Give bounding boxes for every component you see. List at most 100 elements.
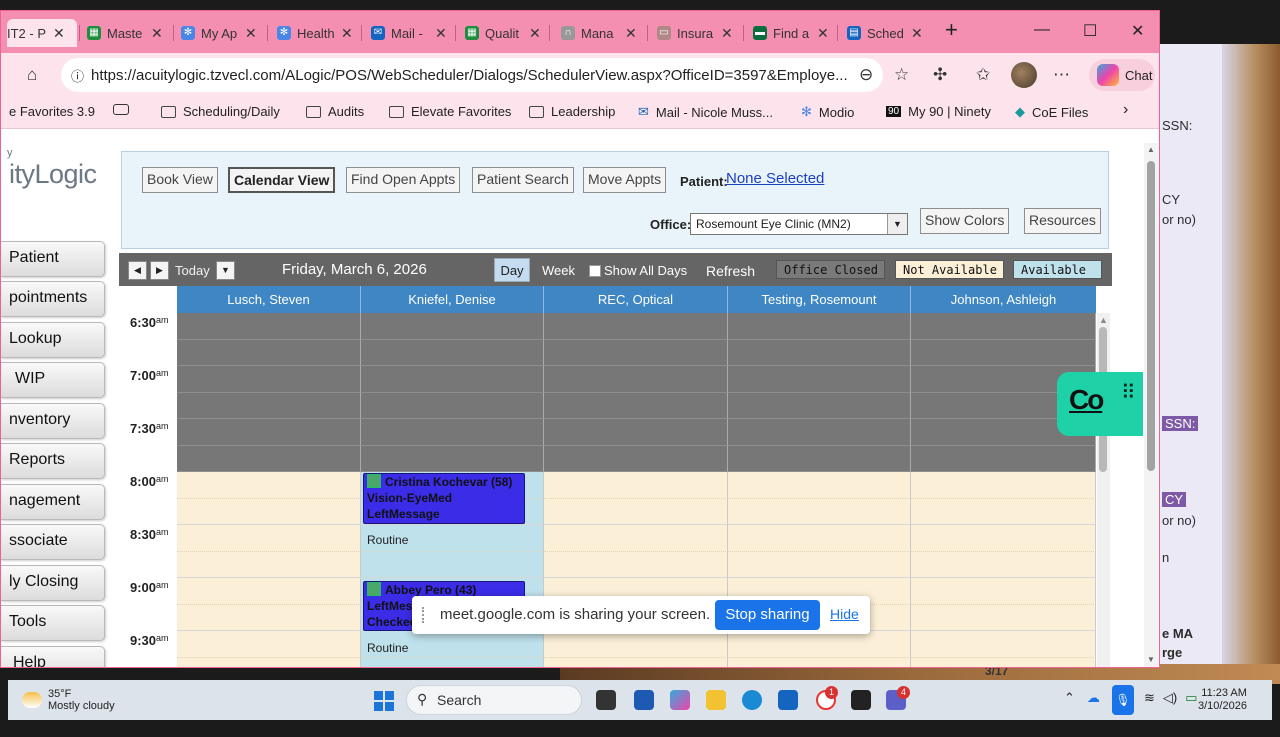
nav-associate[interactable]: ssociate [1,524,105,560]
column-header[interactable]: REC, Optical [544,286,728,313]
copilot-icon[interactable] [670,690,690,710]
time-slot[interactable] [911,472,1096,499]
clock[interactable]: 11:23 AM 3/10/2026 [1198,687,1247,713]
avatar[interactable] [1011,62,1037,88]
time-slot[interactable] [728,498,911,525]
fav-item[interactable]: ◆ CoE Files [1015,104,1088,120]
time-slot[interactable] [544,551,728,578]
taskbar-search[interactable]: ⚲ Search [406,685,582,715]
edge-icon[interactable] [742,690,762,710]
time-slot[interactable] [728,631,911,658]
time-slot[interactable] [728,339,911,366]
hide-link[interactable]: Hide [830,606,859,622]
time-slot[interactable] [544,392,728,419]
next-day-icon[interactable]: ▶ [150,261,169,280]
close-icon[interactable]: ✕ [721,25,733,42]
weather-widget[interactable]: 35°F Mostly cloudy [22,688,115,712]
time-slot[interactable] [361,392,544,419]
time-slot[interactable] [177,339,361,366]
column-header[interactable]: Kniefel, Denise [361,286,544,313]
appointment-block[interactable]: Cristina Kochevar (58) Vision-EyeMed LeftM… [363,473,525,524]
calendar-view-button[interactable]: Calendar View [228,167,336,193]
fav-item[interactable]: Audits [306,104,364,119]
info-icon[interactable]: ⓘ [71,66,84,85]
time-slot[interactable] [177,604,361,631]
time-slot[interactable] [177,657,361,667]
time-slot[interactable] [911,631,1096,658]
patient-link[interactable]: None Selected [726,170,824,187]
fav-item[interactable]: ✉ Mail - Nicole Muss... [638,104,773,120]
tab-it2[interactable]: IT2 - P ✕ [7,19,77,47]
task-view-icon[interactable] [596,690,616,710]
time-slot[interactable] [544,631,728,658]
time-slot[interactable] [544,525,728,552]
time-slot[interactable] [544,339,728,366]
time-slot[interactable] [728,366,911,393]
nav-wip[interactable]: WIP [1,362,105,398]
time-slot[interactable] [177,472,361,499]
close-icon[interactable]: ✕ [245,25,257,42]
show-colors-button[interactable]: Show Colors [920,208,1010,234]
tab-manage[interactable]: ∩ Mana ✕ [561,19,637,47]
nav-lookup[interactable]: Lookup [1,322,105,358]
nav-tools[interactable]: Tools [1,605,105,641]
more-icon[interactable]: ⋯ [1053,65,1070,85]
time-slot[interactable] [544,657,728,667]
fav-item[interactable]: 90 My 90 | Ninety [886,104,991,119]
nav-inventory[interactable]: nventory [1,403,105,439]
day-view-button[interactable]: Day [494,258,530,282]
office-select[interactable]: Rosemount Eye Clinic (MN2) ▼ [690,213,908,235]
tab-mail[interactable]: ✉ Mail - ✕ [371,19,447,47]
time-slot[interactable] [361,419,544,446]
time-slot[interactable] [728,419,911,446]
close-icon[interactable]: ✕ [53,25,65,42]
volume-icon[interactable]: ◁) [1163,690,1177,706]
checkbox[interactable] [589,264,601,277]
star-icon[interactable]: ☆ [894,65,909,85]
nav-help[interactable]: Help [1,646,105,667]
scroll-up-icon[interactable]: ▲ [1099,315,1108,325]
drag-handle-icon[interactable] [422,607,426,623]
tab-quality[interactable]: ▦ Qualit ✕ [465,19,541,47]
time-slot[interactable] [177,313,361,340]
fav-item[interactable]: e Favorites 3.9 [9,104,95,119]
time-slot[interactable] [728,525,911,552]
time-slot[interactable] [177,551,361,578]
time-slot[interactable] [728,472,911,499]
time-slot[interactable] [544,366,728,393]
minimize-icon[interactable]: — [1034,21,1050,39]
page-scrollbar[interactable]: ▲ ▼ [1144,143,1158,667]
tab-master[interactable]: ▦ Maste ✕ [87,19,163,47]
date-dropdown-icon[interactable]: ▼ [216,261,235,280]
time-slot[interactable] [361,657,544,667]
nav-reports[interactable]: Reports [1,443,105,479]
url-field[interactable]: ⓘ https://acuitylogic.tzvecl.com/ALogic/… [61,58,883,92]
windows-start-icon[interactable] [374,691,394,711]
close-icon[interactable]: ✕ [817,25,829,42]
time-slot[interactable] [361,445,544,472]
nav-management[interactable]: nagement [1,484,105,520]
time-slot[interactable] [728,392,911,419]
new-tab-icon[interactable]: + [945,17,958,43]
time-slot[interactable] [361,551,544,578]
tab-insurance[interactable]: ▭ Insura ✕ [657,19,733,47]
tab-find[interactable]: ▬ Find a ✕ [753,19,829,47]
time-slot[interactable] [728,657,911,667]
time-slot[interactable] [177,445,361,472]
co-widget[interactable]: Co ⠿ [1057,372,1143,436]
time-slot[interactable] [361,313,544,340]
patient-search-button[interactable]: Patient Search [472,167,574,193]
time-slot[interactable] [911,339,1096,366]
fav-item[interactable]: Scheduling/Daily [161,104,280,119]
time-slot[interactable] [177,525,361,552]
time-slot[interactable] [177,392,361,419]
scroll-thumb[interactable] [1147,161,1155,471]
time-slot[interactable] [361,339,544,366]
time-slot[interactable] [728,313,911,340]
calendar-scrollbar[interactable]: ▲ [1097,313,1110,667]
time-slot[interactable] [544,313,728,340]
copilot-chat-button[interactable]: Chat [1089,59,1155,91]
close-icon[interactable]: ✕ [435,25,447,42]
time-slot[interactable] [911,657,1096,667]
column-header[interactable]: Lusch, Steven [177,286,361,313]
